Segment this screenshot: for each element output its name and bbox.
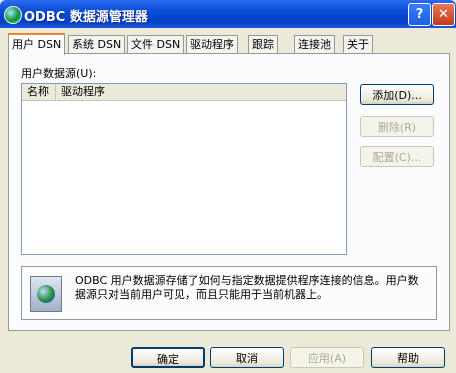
window-title: ODBC 数据源管理器 [24,10,148,25]
user-data-sources-label: 用户数据源(U): [21,67,97,80]
info-box: ODBC 用户数据源存储了如何与指定数据提供程序连接的信息。用户数据源只对当前用… [21,266,437,320]
odbc-dialog: ODBC 数据源管理器 ? ✕ 用户 DSN 系统 DSN 文件 DSN 驱动程… [0,0,456,373]
tab-tracing[interactable]: 跟踪 [248,35,278,53]
question-icon: ? [415,7,424,22]
tab-about[interactable]: 关于 [343,35,373,53]
user-data-sources-list[interactable]: 名称 驱动程序 [21,83,347,255]
remove-button[interactable]: 删除(R) [360,116,434,137]
tab-drivers[interactable]: 驱动程序 [186,35,238,53]
list-header: 名称 驱动程序 [22,84,346,101]
close-icon: ✕ [438,7,449,22]
ok-button[interactable]: 确定 [131,347,205,368]
globe-icon [37,285,55,303]
title-bar[interactable]: ODBC 数据源管理器 ? ✕ [0,0,456,28]
tab-system-dsn[interactable]: 系统 DSN [68,35,126,53]
tab-connection-pooling[interactable]: 连接池 [294,35,335,53]
column-header-name[interactable]: 名称 [22,84,56,100]
odbc-globe-icon [4,6,22,24]
info-description: ODBC 用户数据源存储了如何与指定数据提供程序连接的信息。用户数据源只对当前用… [75,274,419,301]
cancel-button[interactable]: 取消 [210,347,284,368]
configure-button[interactable]: 配置(C)... [360,146,434,167]
tab-user-dsn[interactable]: 用户 DSN [8,33,66,55]
help-footer-button[interactable]: 帮助 [371,347,445,368]
tab-file-dsn[interactable]: 文件 DSN [127,35,185,53]
add-button[interactable]: 添加(D)... [360,84,434,105]
column-header-driver[interactable]: 驱动程序 [56,84,346,100]
apply-button[interactable]: 应用(A) [290,347,364,368]
data-source-globe-icon [30,276,62,312]
help-button[interactable]: ? [408,3,431,26]
close-button[interactable]: ✕ [432,3,455,26]
user-dsn-panel: 用户数据源(U): 名称 驱动程序 添加(D)... 删除(R) 配置(C)..… [8,53,450,331]
